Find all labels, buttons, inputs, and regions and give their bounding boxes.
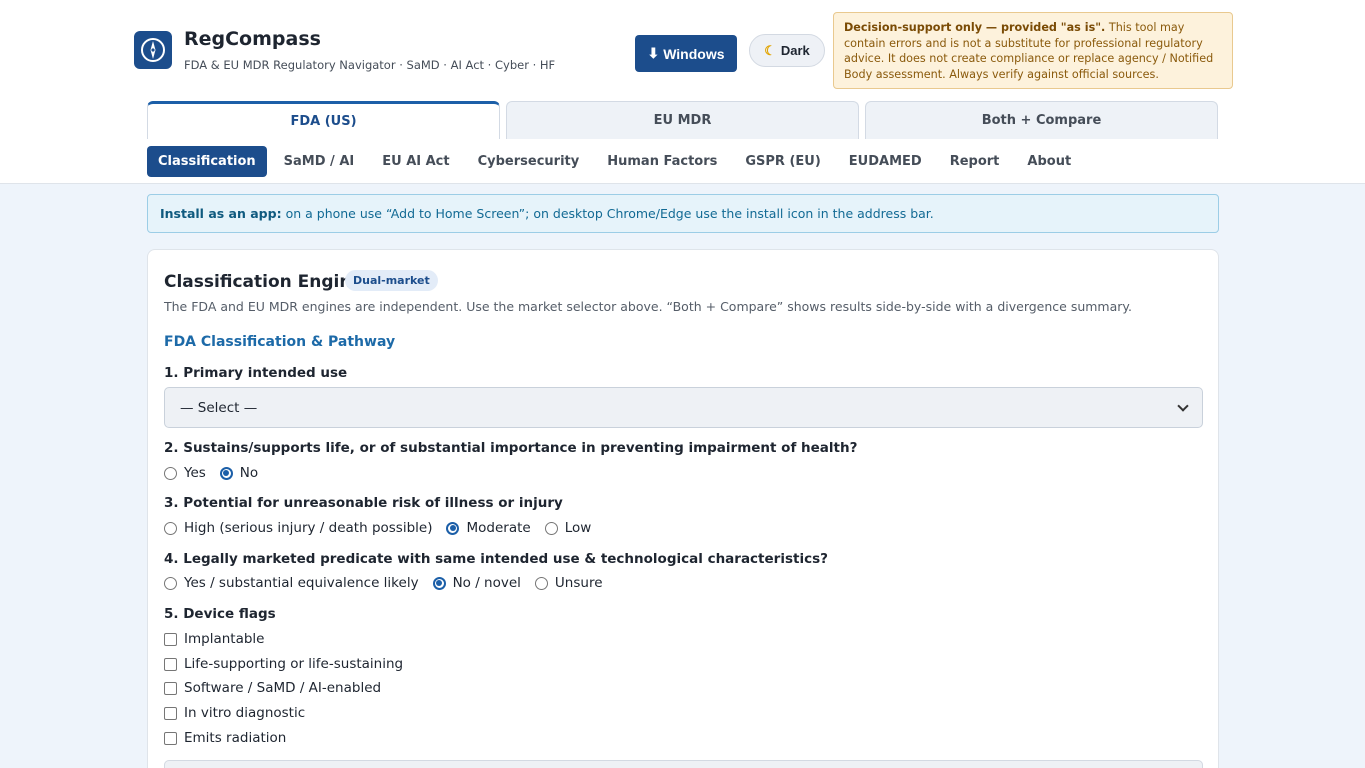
install-text: on a phone use “Add to Home Screen”; on …	[285, 206, 934, 221]
download-windows-button[interactable]: ⬇ Windows	[635, 35, 737, 72]
flag-life-supporting[interactable]: Life-supporting or life-sustaining	[164, 656, 403, 672]
q3-option-low[interactable]: Low	[544, 520, 592, 536]
flag-implantable[interactable]: Implantable	[164, 631, 264, 647]
flag-implantable-label: Implantable	[184, 631, 265, 647]
q4-option-yes-label: Yes / substantial equivalence likely	[184, 575, 419, 591]
card-description: The FDA and EU MDR engines are independe…	[164, 299, 1132, 314]
app-title: RegCompass	[184, 28, 321, 50]
app-header: RegCompass FDA & EU MDR Regulatory Navig…	[0, 0, 1365, 184]
radio-button-selected[interactable]	[446, 521, 460, 535]
q3-option-high-label: High (serious injury / death possible)	[184, 520, 433, 536]
flag-software-samd-label: Software / SaMD / AI-enabled	[184, 680, 382, 696]
question-3-label: 3. Potential for unreasonable risk of il…	[164, 495, 563, 511]
radio-button-selected[interactable]	[432, 576, 446, 590]
next-field-input[interactable]	[164, 760, 1203, 768]
disclaimer-notice: Decision-support only — provided "as is"…	[833, 12, 1233, 89]
q3-option-low-label: Low	[564, 520, 592, 536]
nav-about[interactable]: About	[1016, 146, 1082, 177]
q4-option-yes[interactable]: Yes / substantial equivalence likely	[164, 575, 419, 591]
nav-report[interactable]: Report	[939, 146, 1011, 177]
flag-emits-radiation-label: Emits radiation	[184, 730, 287, 746]
flag-life-supporting-label: Life-supporting or life-sustaining	[184, 656, 404, 672]
checkbox[interactable]	[164, 632, 177, 646]
q2-option-yes-label: Yes	[184, 465, 206, 481]
radio-button[interactable]	[164, 576, 177, 590]
nav-samd-ai[interactable]: SaMD / AI	[273, 146, 366, 177]
question-2-label: 2. Sustains/supports life, or of substan…	[164, 440, 858, 456]
question-2-options: Yes No	[164, 465, 272, 481]
q3-option-moderate[interactable]: Moderate	[446, 520, 531, 536]
q4-option-novel[interactable]: No / novel	[432, 575, 521, 591]
radio-button-selected[interactable]	[219, 466, 233, 480]
flag-ivd[interactable]: In vitro diagnostic	[164, 705, 305, 721]
q2-option-no-label: No	[239, 465, 259, 481]
tab-both-compare[interactable]: Both + Compare	[865, 101, 1218, 139]
radio-button[interactable]	[544, 521, 558, 535]
dual-market-badge: Dual-market	[345, 270, 438, 291]
windows-button-label: Windows	[663, 45, 725, 62]
flag-software-samd[interactable]: Software / SaMD / AI-enabled	[164, 680, 381, 696]
dark-mode-label: Dark	[780, 43, 810, 58]
question-5-label: 5. Device flags	[164, 606, 276, 622]
checkbox[interactable]	[164, 657, 177, 671]
flag-emits-radiation[interactable]: Emits radiation	[164, 730, 286, 746]
intended-use-select[interactable]: — Select —	[164, 387, 1203, 428]
compass-icon	[141, 38, 165, 62]
checkbox[interactable]	[164, 706, 177, 720]
question-4-options: Yes / substantial equivalence likely No …	[164, 575, 617, 591]
section-title: FDA Classification & Pathway	[164, 334, 396, 350]
download-icon: ⬇	[647, 45, 660, 61]
q4-option-novel-label: No / novel	[452, 575, 521, 591]
radio-button[interactable]	[164, 466, 177, 480]
app-logo	[134, 31, 172, 69]
section-nav: Classification SaMD / AI EU AI Act Cyber…	[147, 146, 1088, 177]
question-3-options: High (serious injury / death possible) M…	[164, 520, 605, 536]
q2-option-yes[interactable]: Yes	[164, 465, 206, 481]
radio-button[interactable]	[164, 521, 177, 535]
checkbox[interactable]	[164, 681, 177, 695]
nav-gspr-eu[interactable]: GSPR (EU)	[734, 146, 831, 177]
nav-eudamed[interactable]: EUDAMED	[838, 146, 933, 177]
radio-button[interactable]	[534, 576, 548, 590]
q3-option-moderate-label: Moderate	[466, 520, 531, 536]
card-title: Classification Engine	[164, 272, 363, 292]
dark-mode-toggle[interactable]: ☾ Dark	[749, 34, 825, 67]
disclaimer-heading: Decision-support only — provided "as is"…	[844, 21, 1106, 34]
checkbox[interactable]	[164, 731, 177, 745]
classification-card: Classification Engine Dual-market The FD…	[147, 249, 1219, 768]
flag-ivd-label: In vitro diagnostic	[184, 705, 306, 721]
q3-option-high[interactable]: High (serious injury / death possible)	[164, 520, 432, 536]
nav-cybersecurity[interactable]: Cybersecurity	[467, 146, 591, 177]
question-4-label: 4. Legally marketed predicate with same …	[164, 551, 828, 567]
q4-option-unsure[interactable]: Unsure	[534, 575, 603, 591]
moon-icon: ☾	[764, 42, 776, 58]
tab-eu-mdr[interactable]: EU MDR	[506, 101, 859, 139]
q4-option-unsure-label: Unsure	[554, 575, 603, 591]
chevron-down-icon	[1177, 399, 1189, 412]
app-subtitle: FDA & EU MDR Regulatory Navigator · SaMD…	[184, 58, 556, 72]
question-1-label: 1. Primary intended use	[164, 365, 348, 381]
tab-fda-us[interactable]: FDA (US)	[147, 101, 500, 139]
nav-eu-ai-act[interactable]: EU AI Act	[371, 146, 460, 177]
nav-classification[interactable]: Classification	[147, 146, 267, 177]
install-app-banner: Install as an app: on a phone use “Add t…	[147, 194, 1219, 233]
nav-human-factors[interactable]: Human Factors	[596, 146, 728, 177]
install-heading: Install as an app:	[160, 206, 282, 221]
intended-use-value: — Select —	[180, 399, 258, 416]
q2-option-no[interactable]: No	[219, 465, 259, 481]
